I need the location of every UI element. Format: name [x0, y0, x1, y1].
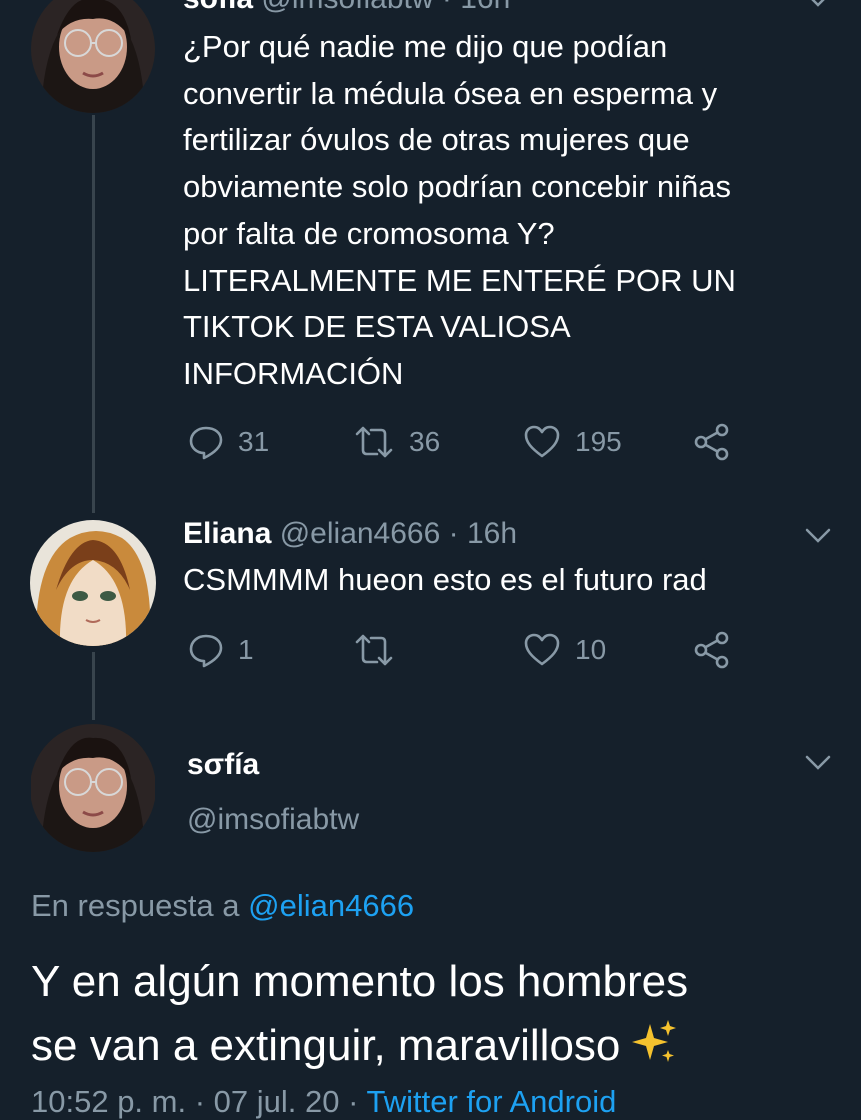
reply-mention-link[interactable]: @elian4666	[248, 888, 414, 923]
like-icon	[524, 425, 560, 458]
share-icon	[694, 423, 729, 461]
reply-icon	[189, 426, 223, 460]
chevron-down-icon[interactable]	[805, 528, 831, 544]
author-handle[interactable]: @imsofiabtw	[261, 0, 433, 15]
tweet-text-line: Y en algún momento los hombres	[31, 957, 689, 1006]
tweet-text-line: ¿Por qué nadie me dijo que podían	[183, 29, 668, 64]
tweet-text: ¿Por qué nadie me dijo que podían conver…	[183, 24, 843, 398]
like-button[interactable]: 195	[523, 420, 622, 464]
like-count: 10	[575, 634, 607, 665]
tweet-text: Y en algún momento los hombres se van a …	[31, 950, 688, 1078]
share-button[interactable]	[693, 420, 731, 464]
author-name[interactable]: Eliana	[183, 517, 271, 550]
reply-count: 1	[238, 634, 254, 665]
thread-line-middle	[92, 652, 95, 720]
tweet-text-line: se van a extinguir, maravilloso	[31, 1014, 688, 1078]
tweet-text-line: convertir la médula ósea en esperma y	[183, 75, 718, 111]
tweet-time: · 16h	[448, 517, 518, 550]
author-handle[interactable]: @imsofiabtw	[187, 803, 359, 837]
tweet-text-line: fertilizar óvulos de otras mujeres que	[183, 122, 690, 158]
chevron-down-icon[interactable]	[805, 755, 831, 771]
tweet-time: · 16h	[442, 0, 510, 15]
share-button[interactable]	[693, 628, 731, 672]
tweet-timestamp: 10:52 p. m. · 07 jul. 20	[31, 1084, 340, 1119]
like-icon	[524, 633, 560, 666]
avatar[interactable]	[31, 0, 155, 113]
tweet-text-line: por falta de cromosoma Y?	[183, 215, 555, 251]
chevron-down-icon[interactable]	[805, 0, 831, 8]
reply-count: 31	[238, 426, 270, 457]
reply-icon	[189, 634, 223, 668]
tweet-text-line: CSMMMM hueon esto es el futuro rad	[183, 562, 707, 597]
share-icon	[694, 631, 729, 669]
retweet-button[interactable]	[353, 628, 395, 672]
reply-prefix: En respuesta a	[31, 888, 240, 923]
author-handle[interactable]: @elian4666	[280, 517, 441, 550]
author-name[interactable]: sσfía	[187, 748, 259, 782]
retweet-icon	[355, 426, 393, 458]
tweet-actions: 31 36 195	[183, 420, 743, 464]
separator: ·	[348, 1084, 367, 1119]
retweet-count: 36	[409, 426, 441, 457]
tweet-client-link[interactable]: Twitter for Android	[366, 1084, 616, 1119]
reply-context: En respuesta a @elian4666	[31, 888, 414, 924]
tweet-text-fragment: se van a extinguir, maravilloso	[31, 1021, 621, 1070]
tweet-text-line: obviamente solo podrían concebir niñas	[183, 169, 732, 205]
like-count: 195	[575, 426, 622, 457]
sparkles-emoji	[632, 1020, 677, 1062]
tweet-text-line: TIKTOK DE ESTA VALIOSA	[183, 309, 571, 345]
author-name[interactable]: sofía	[183, 0, 253, 15]
tweet-author: sofía @imsofiabtw · 16h	[183, 0, 510, 16]
tweet-actions: 1 10	[183, 628, 743, 672]
avatar[interactable]	[30, 724, 156, 852]
reply-button[interactable]: 31	[188, 420, 269, 464]
retweet-icon	[355, 634, 393, 666]
tweet-text: CSMMMM hueon esto es el futuro rad	[183, 557, 843, 604]
tweet-author: Eliana @elian4666 · 16h	[183, 517, 517, 551]
tweet-text-line: INFORMACIÓN	[183, 355, 404, 391]
like-button[interactable]: 10	[523, 628, 606, 672]
retweet-button[interactable]: 36	[353, 420, 440, 464]
thread-line-top	[92, 115, 95, 513]
reply-button[interactable]: 1	[188, 628, 254, 672]
tweet-footer: 10:52 p. m. · 07 jul. 20 · Twitter for A…	[31, 1084, 616, 1120]
avatar[interactable]	[30, 520, 156, 646]
tweet-text-line: LITERALMENTE ME ENTERÉ POR UN	[183, 262, 736, 298]
